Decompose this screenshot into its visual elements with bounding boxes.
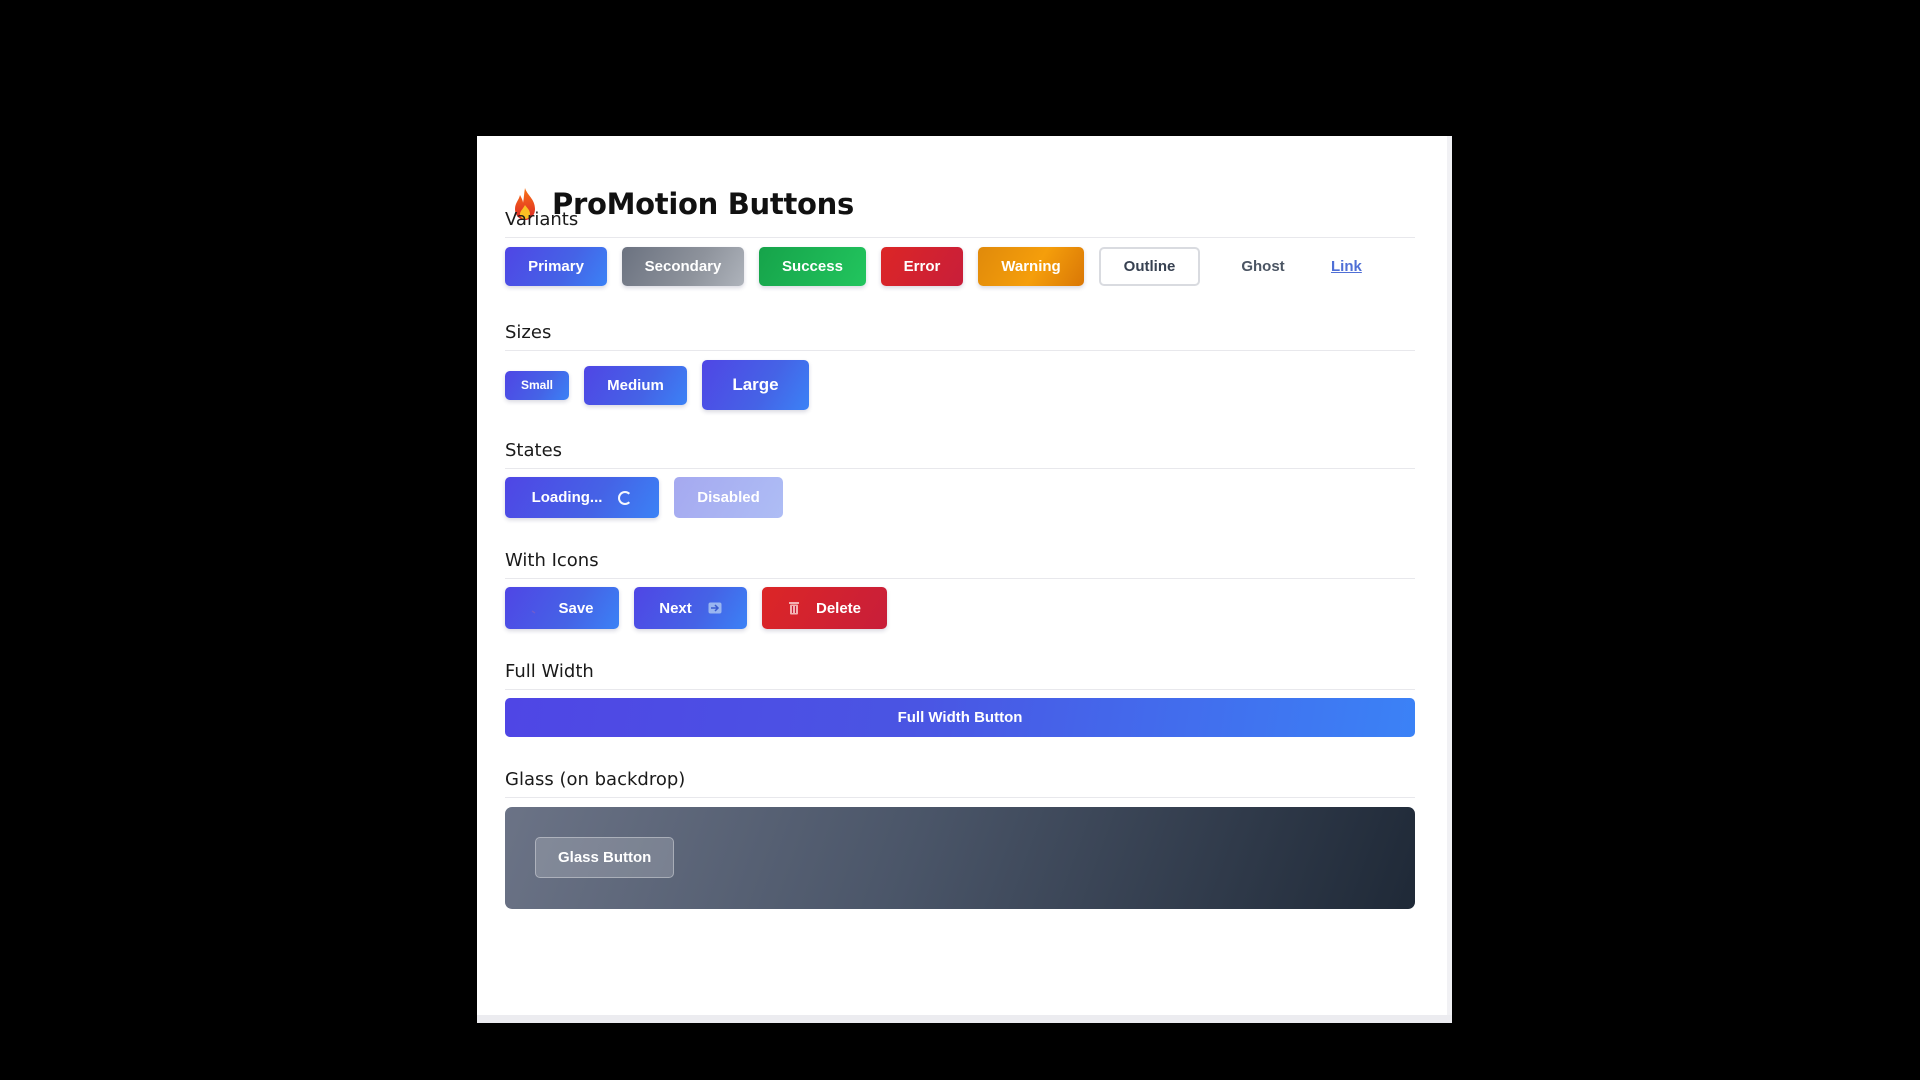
next-button[interactable]: Next xyxy=(634,587,747,629)
large-button[interactable]: Large xyxy=(702,360,809,410)
glass-backdrop: Glass Button xyxy=(505,807,1415,909)
sizes-row: Small Medium Large xyxy=(505,360,1415,410)
section-glass: Glass (on backdrop) Glass Button xyxy=(505,769,1415,909)
glass-button[interactable]: Glass Button xyxy=(535,837,675,878)
section-full-width: Full Width Full Width Button xyxy=(505,661,1415,737)
ghost-button[interactable]: Ghost xyxy=(1215,247,1311,286)
small-button[interactable]: Small xyxy=(505,370,569,400)
section-title-states: States xyxy=(505,440,1415,469)
error-button[interactable]: Error xyxy=(881,247,963,286)
trash-icon xyxy=(788,602,799,615)
next-label: Next xyxy=(659,599,692,617)
section-variants: Variants Primary Secondary Success Error… xyxy=(505,209,1415,286)
section-title-variants: Variants xyxy=(505,209,1415,238)
section-sizes: Sizes Small Medium Large xyxy=(505,322,1415,410)
panel-edge xyxy=(1447,136,1452,1023)
outline-button[interactable]: Outline xyxy=(1099,247,1200,286)
save-icon xyxy=(532,610,536,614)
save-label: Save xyxy=(558,599,594,617)
delete-button[interactable]: Delete xyxy=(762,587,887,629)
section-title-glass: Glass (on backdrop) xyxy=(505,769,1415,798)
success-button[interactable]: Success xyxy=(759,247,866,286)
states-row: Loading... Disabled xyxy=(505,477,1415,518)
section-title-sizes: Sizes xyxy=(505,322,1415,351)
link-button[interactable]: Link xyxy=(1319,247,1374,286)
section-title-with-icons: With Icons xyxy=(505,550,1415,579)
loading-button[interactable]: Loading... xyxy=(505,477,659,518)
section-with-icons: With Icons Save Next Delete xyxy=(505,550,1415,629)
variants-row: Primary Secondary Success Error Warning … xyxy=(505,247,1415,286)
save-button[interactable]: Save xyxy=(505,587,619,629)
panel-bottom-edge xyxy=(477,1015,1452,1023)
full-width-row: Full Width Button xyxy=(505,698,1415,737)
spinner-icon xyxy=(618,490,633,505)
primary-button[interactable]: Primary xyxy=(505,247,607,286)
warning-button[interactable]: Warning xyxy=(978,247,1084,286)
loading-label: Loading... xyxy=(531,489,603,506)
demo-panel: ProMotion Buttons Variants Primary Secon… xyxy=(477,136,1452,1023)
section-title-full-width: Full Width xyxy=(505,661,1415,690)
medium-button[interactable]: Medium xyxy=(584,365,687,405)
icons-row: Save Next Delete xyxy=(505,587,1415,629)
section-states: States Loading... Disabled xyxy=(505,440,1415,518)
delete-label: Delete xyxy=(815,599,862,617)
disabled-button: Disabled xyxy=(674,477,783,518)
full-width-button[interactable]: Full Width Button xyxy=(505,698,1415,737)
secondary-button[interactable]: Secondary xyxy=(622,247,744,286)
arrow-right-icon xyxy=(708,602,722,614)
